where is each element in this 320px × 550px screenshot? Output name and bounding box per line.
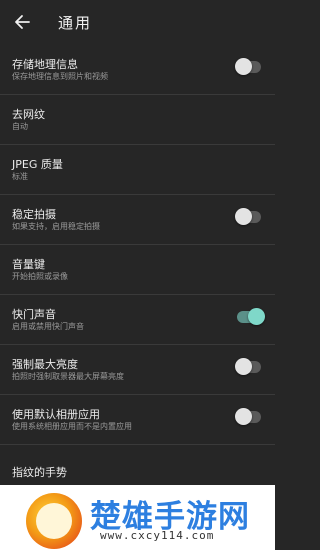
shutter-sound-toggle[interactable] — [237, 308, 265, 325]
setting-label: 快门声音 — [12, 308, 56, 321]
store-location-toggle[interactable] — [235, 58, 261, 75]
setting-anti-banding[interactable]: 去网纹 自动 — [0, 95, 275, 145]
setting-summary: 自动 — [12, 122, 28, 131]
setting-max-brightness[interactable]: 强制最大亮度 拍照时强制取景器最大屏幕亮度 — [0, 345, 275, 395]
toggle-knob — [248, 308, 265, 325]
setting-store-location[interactable]: 存储地理信息 保存地理信息到照片和视频 — [0, 45, 275, 95]
setting-summary: 标准 — [12, 172, 28, 181]
toggle-knob — [235, 58, 252, 75]
page-title: 通用 — [58, 14, 93, 32]
toggle-knob — [235, 208, 252, 225]
setting-shutter-sound[interactable]: 快门声音 启用或禁用快门声音 — [0, 295, 275, 345]
setting-summary: 使用系统相册应用而不是内置应用 — [12, 422, 132, 431]
setting-label: JPEG 质量 — [12, 158, 63, 171]
toggle-knob — [235, 358, 252, 375]
watermark-banner: 楚雄手游网 www.cxcy114.com — [0, 485, 275, 550]
arrow-left-icon — [15, 15, 30, 29]
app-bar: 通用 — [0, 0, 275, 45]
setting-summary: 拍照时强制取景器最大屏幕亮度 — [12, 372, 124, 381]
logo-center — [36, 503, 72, 539]
setting-label: 使用默认相册应用 — [12, 408, 100, 421]
setting-label: 去网纹 — [12, 108, 45, 121]
watermark-logo — [26, 493, 82, 549]
setting-default-gallery[interactable]: 使用默认相册应用 使用系统相册应用而不是内置应用 — [0, 395, 275, 445]
setting-volume-keys[interactable]: 音量键 开始拍照或录像 — [0, 245, 275, 295]
setting-summary: 启用或禁用快门声音 — [12, 322, 84, 331]
setting-summary: 开始拍照或录像 — [12, 272, 68, 281]
setting-label: 音量键 — [12, 258, 45, 271]
setting-label: 稳定拍摄 — [12, 208, 56, 221]
setting-summary: 如果支持，启用稳定拍摄 — [12, 222, 100, 231]
max-brightness-toggle[interactable] — [235, 358, 261, 375]
setting-label: 存储地理信息 — [12, 58, 78, 71]
setting-summary: 保存地理信息到照片和视频 — [12, 72, 108, 81]
settings-list: 存储地理信息 保存地理信息到照片和视频 去网纹 自动 JPEG 质量 标准 稳定… — [0, 45, 275, 495]
toggle-knob — [235, 408, 252, 425]
stabilization-toggle[interactable] — [235, 208, 261, 225]
setting-label: 指纹的手势 — [12, 466, 67, 479]
back-button[interactable] — [10, 10, 34, 34]
watermark-url: www.cxcy114.com — [100, 529, 215, 542]
setting-stabilization[interactable]: 稳定拍摄 如果支持，启用稳定拍摄 — [0, 195, 275, 245]
setting-label: 强制最大亮度 — [12, 358, 78, 371]
setting-jpeg-quality[interactable]: JPEG 质量 标准 — [0, 145, 275, 195]
default-gallery-toggle[interactable] — [235, 408, 261, 425]
